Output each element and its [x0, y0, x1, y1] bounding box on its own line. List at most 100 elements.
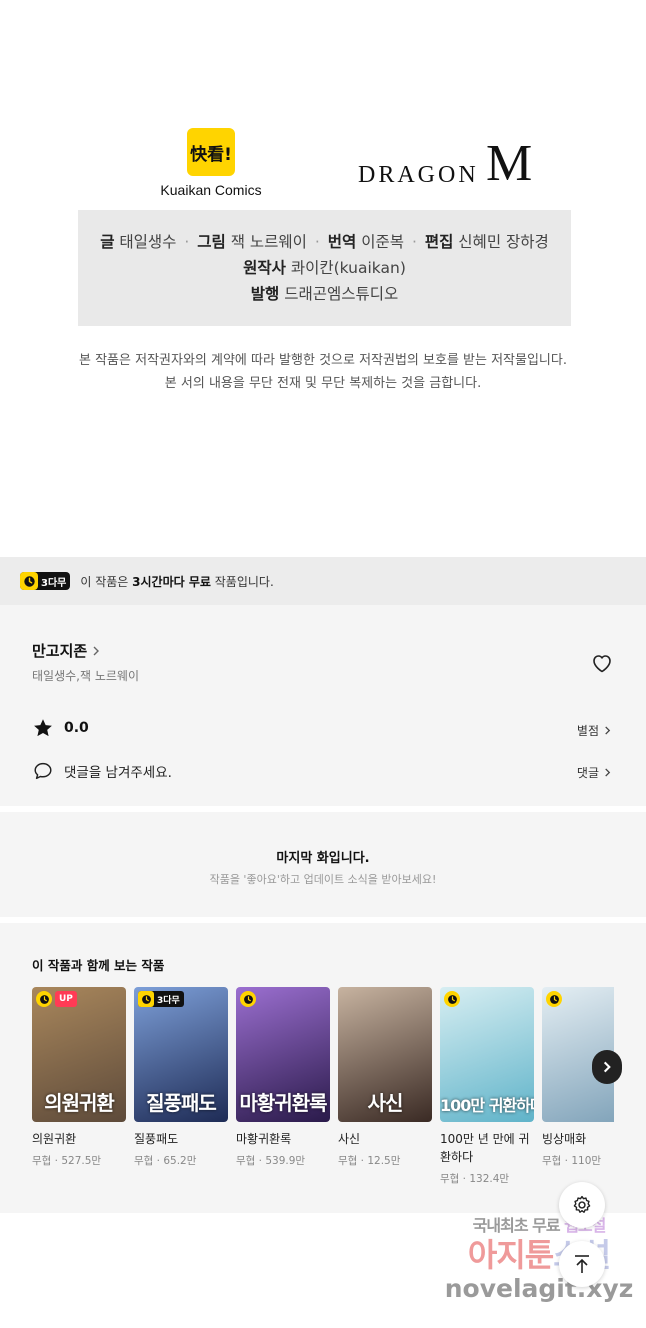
rating-link[interactable]: 별점: [577, 722, 612, 739]
card-meta: 무협 · 12.5만: [338, 1155, 401, 1167]
cover-title-art: 사신: [367, 1091, 404, 1115]
card-meta: 무협 · 65.2만: [134, 1155, 197, 1167]
clock-icon: [20, 572, 38, 590]
free-text-after: 작품입니다.: [210, 574, 274, 589]
card-meta: 무협 · 527.5만: [32, 1155, 102, 1167]
watermark-line-1: 국내최초 무료 웹소설: [444, 1212, 634, 1236]
up-badge: UP: [55, 991, 77, 1007]
chevron-right-icon: [93, 646, 100, 655]
dragon-m-letter: M: [486, 135, 533, 192]
rating-link-label: 별점: [576, 724, 599, 738]
cover-thumbnail: 마황귀환록: [236, 987, 330, 1122]
free-banner-text: 이 작품은 3시간마다 무료 작품입니다.: [80, 573, 273, 590]
cover-title-art: 의원귀환: [44, 1091, 115, 1115]
credits-line-3: 발행 드래곤엠스튜디오: [251, 283, 399, 306]
art-value: 잭 노르웨이: [230, 232, 307, 251]
card-title: 빙상매화: [542, 1132, 587, 1146]
cover-thumbnail: 사신: [338, 987, 432, 1122]
dragon-m-text: DRAGON: [358, 162, 479, 188]
kuaikan-badge: 快看!: [187, 128, 235, 176]
recommendation-card[interactable]: 3다무 질풍패도 질풍패도 무협 · 65.2만: [134, 987, 228, 1168]
copyright-notice: 본 작품은 저작권자와의 계약에 따라 발행한 것으로 저작권법의 보호를 받는…: [0, 349, 646, 395]
scroll-top-button[interactable]: [559, 1241, 605, 1287]
cover-thumbnail: UP 의원귀환: [32, 987, 126, 1122]
comment-icon: [34, 762, 52, 780]
recommendation-card[interactable]: 100만 귀환하다 100만 년 만에 귀환하다 무협 · 132.4만: [440, 987, 534, 1186]
copyright-line-1: 본 작품은 저작권자와의 계약에 따라 발행한 것으로 저작권법의 보호를 받는…: [79, 353, 567, 368]
watermark: 국내최초 무료 웹소설 아지툰소설 novelagit.xyz: [444, 1212, 634, 1304]
last-episode-subtitle: 작품을 '좋아요'하고 업데이트 소식을 받아보세요!: [209, 873, 437, 886]
writer-label: 글: [100, 232, 115, 251]
card-title: 질풍패도: [134, 1132, 179, 1146]
watermark-line-2: 아지툰소설: [444, 1236, 634, 1274]
editor-value: 신혜민 장하경: [458, 232, 549, 251]
watermark-line-3: novelagit.xyz: [444, 1274, 634, 1303]
publisher-value: 드래곤엠스튜디오: [284, 284, 399, 303]
chevron-right-icon: [605, 768, 611, 777]
comment-prompt-row[interactable]: 댓글을 남겨주세요.: [32, 760, 172, 782]
settings-button[interactable]: [559, 1182, 605, 1228]
publisher-logos: 快看! Kuaikan Comics DRAGON M: [0, 126, 646, 206]
separator: ·: [411, 232, 417, 251]
chevron-right-icon: [605, 726, 611, 735]
free-banner: 3다무 이 작품은 3시간마다 무료 작품입니다.: [0, 557, 646, 605]
comment-link-label: 댓글: [576, 766, 599, 780]
card-title: 마황귀환록: [236, 1132, 292, 1146]
chevron-right-icon: [603, 1061, 611, 1073]
translation-label: 번역: [327, 232, 357, 251]
work-info-card: 만고지존 태일생수,잭 노르웨이 0.0 별점 댓글을 남겨주세요. 댓글: [0, 605, 646, 806]
rating-row: 0.0: [32, 717, 89, 739]
recommendation-card[interactable]: 사신 사신 무협 · 12.5만: [338, 987, 432, 1168]
cover-title-art: 마황귀환록: [239, 1091, 328, 1115]
art-label: 그림: [197, 232, 226, 251]
gear-icon: [573, 1195, 591, 1213]
writer-value: 태일생수: [119, 232, 177, 251]
comment-link[interactable]: 댓글: [577, 764, 612, 781]
clock-icon: [444, 991, 460, 1007]
translation-value: 이준복: [361, 232, 405, 251]
free-text-before: 이 작품은: [80, 574, 133, 589]
credits-line-2: 원작사 콰이칸(kuaikan): [243, 257, 406, 280]
rating-value: 0.0: [64, 720, 89, 736]
arrow-up-icon: [575, 1255, 589, 1273]
cover-thumbnail: 100만 귀환하다: [440, 987, 534, 1122]
clock-icon: [546, 991, 562, 1007]
original-label: 원작사: [243, 258, 286, 277]
cover-title-art: 질풍패도: [146, 1091, 217, 1115]
dragon-m-logo: DRAGON M: [358, 138, 558, 190]
separator: ·: [314, 232, 320, 251]
wait-free-badge-label: 3다무: [157, 995, 180, 1006]
work-authors: 태일생수,잭 노르웨이: [32, 669, 139, 683]
carousel-next-button[interactable]: [592, 1050, 622, 1084]
cover-thumbnail: 3다무질풍패도: [134, 987, 228, 1122]
wait-free-badge: 3다무: [20, 572, 71, 590]
recommendation-card[interactable]: UP 의원귀환 의원귀환무협 · 527.5만: [32, 987, 126, 1168]
separator: ·: [184, 232, 190, 251]
editor-label: 편집: [424, 232, 454, 251]
recommendation-card[interactable]: 마황귀환록 마황귀환록 무협 · 539.9만: [236, 987, 330, 1168]
clock-icon: [240, 991, 256, 1007]
recommendations-section: 이 작품과 함께 보는 작품 UP 의원귀환 의원귀환 무협 · 527.5만 3다무 질…: [0, 923, 646, 1213]
recommendations-heading: 이 작품과 함께 보는 작품: [32, 958, 165, 973]
watermark-line-2a: 아지툰: [467, 1236, 554, 1274]
kuaikan-name: Kuaikan Comics: [160, 182, 262, 198]
star-icon: [34, 719, 52, 737]
wait-free-badge: 3다무: [138, 991, 184, 1007]
clock-icon: [36, 991, 52, 1007]
comment-prompt: 댓글을 남겨주세요.: [64, 765, 172, 781]
recommendations-carousel: UP 의원귀환 의원귀환 무협 · 527.5만 3다무 질풍패도 질풍패도 무협 · 65.…: [32, 987, 614, 1197]
publisher-label: 발행: [250, 284, 280, 303]
heart-icon[interactable]: [590, 651, 614, 675]
cover-title-art: 100만 귀환하다: [440, 1096, 534, 1115]
card-meta: 무협 · 132.4만: [440, 1173, 510, 1185]
copyright-line-2: 본 서의 내용을 무단 전재 및 무단 복제하는 것을 금합니다.: [164, 376, 482, 391]
card-meta: 무협 · 110만: [542, 1155, 602, 1167]
free-text-bold: 3시간마다 무료: [132, 574, 211, 589]
credits-line-1: 글 태일생수 · 그림 잭 노르웨이 · 번역 이준복 · 편집 신혜민 장하경: [100, 231, 549, 254]
last-episode-panel: 마지막 화입니다. 작품을 '좋아요'하고 업데이트 소식을 받아보세요!: [0, 812, 646, 917]
work-title: 만고지존: [32, 642, 88, 660]
clock-icon: [138, 991, 154, 1007]
work-title-link[interactable]: 만고지존: [32, 640, 101, 661]
wait-free-badge-label: 3다무: [41, 577, 67, 589]
kuaikan-logo: 快看! Kuaikan Comics: [160, 126, 262, 198]
